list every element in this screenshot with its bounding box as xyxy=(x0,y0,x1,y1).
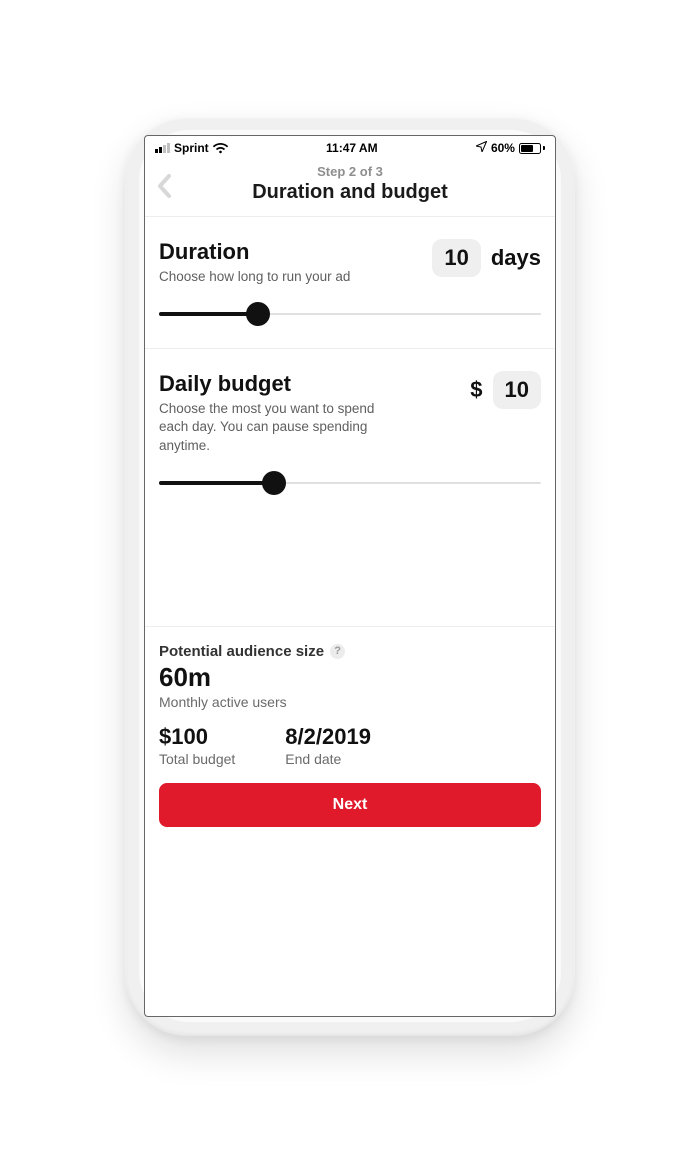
audience-sub: Monthly active users xyxy=(159,694,541,710)
battery-icon xyxy=(519,143,545,154)
status-bar: Sprint 11:47 AM 60% xyxy=(145,136,555,160)
budget-value[interactable]: 10 xyxy=(493,371,541,409)
duration-slider-fill xyxy=(159,312,258,316)
audience-value: 60m xyxy=(159,662,541,693)
carrier-label: Sprint xyxy=(174,141,209,155)
phone-frame: Sprint 11:47 AM 60% xyxy=(125,116,575,1036)
back-button[interactable] xyxy=(157,174,172,203)
total-budget-value: $100 xyxy=(159,724,235,750)
budget-title: Daily budget xyxy=(159,371,389,397)
total-budget-label: Total budget xyxy=(159,751,235,767)
page-header: Step 2 of 3 Duration and budget xyxy=(145,160,555,217)
total-budget-stat: $100 Total budget xyxy=(159,724,235,767)
wifi-icon xyxy=(213,143,228,154)
duration-subtitle: Choose how long to run your ad xyxy=(159,268,350,286)
duration-value-group: 10 days xyxy=(432,239,541,277)
budget-slider-fill xyxy=(159,481,274,485)
help-icon[interactable]: ? xyxy=(330,644,345,659)
audience-label: Potential audience size xyxy=(159,643,324,660)
budget-slider[interactable] xyxy=(159,473,541,493)
bottom-space xyxy=(145,841,555,871)
status-right: 60% xyxy=(476,141,545,155)
duration-value[interactable]: 10 xyxy=(432,239,480,277)
phone-inner: Sprint 11:47 AM 60% xyxy=(139,130,561,1022)
end-date-label: End date xyxy=(285,751,371,767)
screen: Sprint 11:47 AM 60% xyxy=(144,135,556,1017)
budget-slider-thumb[interactable] xyxy=(262,471,286,495)
budget-subtitle: Choose the most you want to spend each d… xyxy=(159,400,389,455)
summary-section: Potential audience size ? 60m Monthly ac… xyxy=(145,627,555,841)
signal-icon xyxy=(155,143,170,153)
budget-section: Daily budget Choose the most you want to… xyxy=(145,349,555,517)
currency-symbol: $ xyxy=(470,377,482,403)
status-left: Sprint xyxy=(155,141,228,155)
end-date-value: 8/2/2019 xyxy=(285,724,371,750)
spacer xyxy=(145,517,555,627)
step-label: Step 2 of 3 xyxy=(145,164,555,179)
next-button[interactable]: Next xyxy=(159,783,541,827)
budget-value-group: $ 10 xyxy=(470,371,541,409)
duration-unit: days xyxy=(491,245,541,271)
location-icon xyxy=(476,141,487,155)
content: Duration Choose how long to run your ad … xyxy=(145,217,555,1016)
duration-slider[interactable] xyxy=(159,304,541,324)
duration-slider-thumb[interactable] xyxy=(246,302,270,326)
battery-pct: 60% xyxy=(491,141,515,155)
page-title: Duration and budget xyxy=(145,181,555,204)
duration-section: Duration Choose how long to run your ad … xyxy=(145,217,555,349)
end-date-stat: 8/2/2019 End date xyxy=(285,724,371,767)
status-time: 11:47 AM xyxy=(326,141,378,155)
duration-title: Duration xyxy=(159,239,350,265)
